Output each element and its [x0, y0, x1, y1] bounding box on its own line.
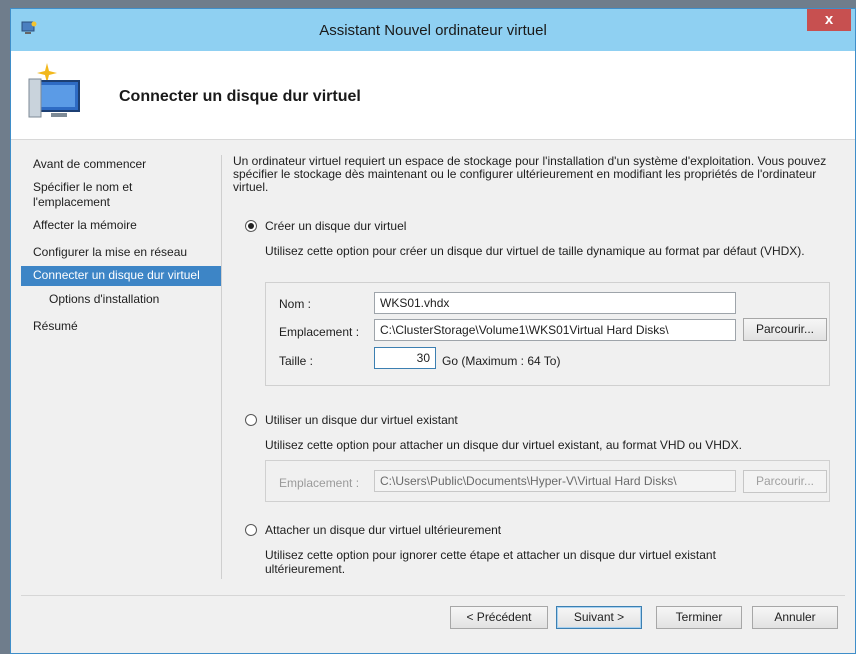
nav-step-connect-vhd[interactable]: Connecter un disque dur virtuel: [21, 266, 221, 286]
nav-step-install-options[interactable]: Options d'installation: [21, 290, 221, 309]
nav-step-memory[interactable]: Affecter la mémoire: [21, 216, 221, 235]
wizard-window: Assistant Nouvel ordinateur virtuel x Co…: [10, 8, 856, 654]
existing-location-label: Emplacement :: [279, 476, 360, 490]
vhd-location-input[interactable]: C:\ClusterStorage\Volume1\WKS01Virtual H…: [374, 319, 736, 341]
nav-divider: [221, 155, 222, 579]
browse-button[interactable]: Parcourir...: [743, 318, 827, 341]
nav-step-name-location[interactable]: Spécifier le nom et l'emplacement: [21, 178, 221, 212]
page-title: Connecter un disque dur virtuel: [119, 88, 361, 105]
cancel-button[interactable]: Annuler: [752, 606, 838, 629]
nav-step-summary[interactable]: Résumé: [21, 317, 221, 336]
radio-button-unselected[interactable]: [245, 524, 257, 536]
radio-create-vhd-label: Créer un disque dur virtuel: [265, 219, 407, 233]
radio-button-selected[interactable]: [245, 220, 257, 232]
vhd-size-input[interactable]: 30: [374, 347, 436, 369]
create-vhd-fields: Nom : WKS01.vhdx Emplacement : C:\Cluste…: [265, 282, 830, 386]
radio-use-existing-vhd[interactable]: Utiliser un disque dur virtuel existant: [245, 413, 458, 427]
size-label: Taille :: [279, 354, 314, 368]
nav-step-before-you-begin[interactable]: Avant de commencer: [21, 155, 221, 174]
radio-use-existing-label: Utiliser un disque dur virtuel existant: [265, 413, 458, 427]
name-label: Nom :: [279, 297, 312, 311]
location-label: Emplacement :: [279, 325, 360, 339]
existing-location-input[interactable]: C:\Users\Public\Documents\Hyper-V\Virtua…: [374, 470, 736, 492]
intro-text: Un ordinateur virtuel requiert un espace…: [233, 154, 827, 194]
radio-button-unselected[interactable]: [245, 414, 257, 426]
nav-step-networking[interactable]: Configurer la mise en réseau: [21, 243, 221, 262]
wizard-steps-nav: Avant de commencer Spécifier le nom et l…: [21, 155, 221, 336]
window-title: Assistant Nouvel ordinateur virtuel: [319, 22, 547, 39]
footer-divider: [21, 595, 845, 596]
wizard-header: Connecter un disque dur virtuel: [11, 51, 855, 140]
attach-later-description: Utilisez cette option pour ignorer cette…: [265, 548, 716, 576]
radio-attach-later[interactable]: Attacher un disque dur virtuel ultérieur…: [245, 523, 501, 537]
close-button[interactable]: x: [807, 9, 851, 31]
radio-create-vhd[interactable]: Créer un disque dur virtuel: [245, 219, 406, 233]
create-vhd-description: Utilisez cette option pour créer un disq…: [265, 244, 805, 258]
existing-vhd-fields: Emplacement : C:\Users\Public\Documents\…: [265, 460, 830, 502]
radio-attach-later-label: Attacher un disque dur virtuel ultérieur…: [265, 523, 502, 537]
size-unit-text: Go (Maximum : 64 To): [442, 354, 561, 368]
finish-button[interactable]: Terminer: [656, 606, 742, 629]
vhd-name-input[interactable]: WKS01.vhdx: [374, 292, 736, 314]
wizard-content: Un ordinateur virtuel requiert un espace…: [233, 154, 833, 576]
previous-button[interactable]: < Précédent: [450, 606, 548, 629]
next-button[interactable]: Suivant >: [556, 606, 642, 629]
title-bar[interactable]: Assistant Nouvel ordinateur virtuel x: [11, 9, 855, 51]
new-vm-wizard-icon: [28, 63, 80, 118]
existing-browse-button[interactable]: Parcourir...: [743, 470, 827, 493]
use-existing-description: Utilisez cette option pour attacher un d…: [265, 438, 742, 452]
